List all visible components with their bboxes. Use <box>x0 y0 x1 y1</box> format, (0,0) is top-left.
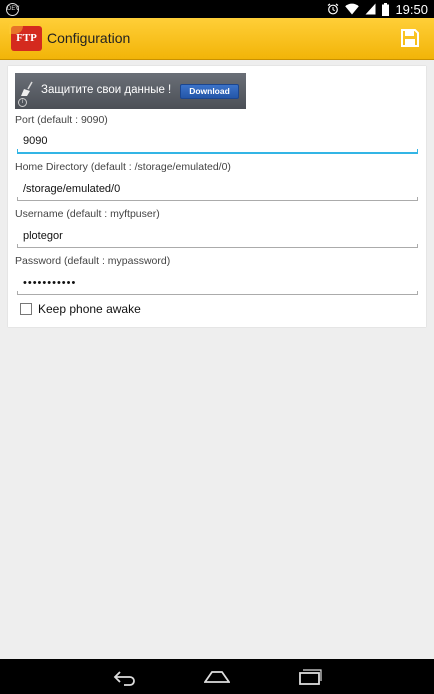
ad-banner[interactable]: Защитите свои данные ! Download i <box>15 73 246 109</box>
back-icon[interactable] <box>111 667 137 687</box>
home-directory-label: Home Directory (default : /storage/emula… <box>15 161 231 173</box>
username-input[interactable] <box>17 224 418 248</box>
battery-icon <box>382 2 390 16</box>
home-directory-input[interactable] <box>17 177 418 201</box>
clock: 19:50 <box>395 1 428 17</box>
keep-awake-label: Keep phone awake <box>38 302 141 316</box>
port-input-edge-left <box>17 149 18 154</box>
username-edge-right <box>417 244 418 248</box>
status-icons: 19:50 <box>327 0 428 18</box>
navigation-bar <box>0 659 434 694</box>
settings-card: Защитите свои данные ! Download i Port (… <box>8 66 426 327</box>
status-bar: DEV 19:50 <box>0 0 434 18</box>
page-title: Configuration <box>47 30 131 46</box>
username-edge-left <box>17 244 18 248</box>
keep-awake-checkbox[interactable] <box>20 303 32 315</box>
app-logo: FTP <box>9 24 42 51</box>
broom-icon <box>21 81 33 96</box>
recents-icon[interactable] <box>297 667 323 687</box>
password-edge-right <box>417 291 418 295</box>
ad-text: Защитите свои данные ! <box>41 84 172 96</box>
info-icon[interactable]: i <box>18 98 27 107</box>
alarm-icon <box>328 3 339 15</box>
debug-icon: DEV <box>6 3 19 16</box>
save-icon[interactable] <box>401 29 419 47</box>
signal-icon <box>365 3 376 15</box>
home-icon[interactable] <box>204 667 230 687</box>
keep-awake-row[interactable]: Keep phone awake <box>20 302 141 316</box>
password-edge-left <box>17 291 18 295</box>
username-label: Username (default : myftpuser) <box>15 208 160 220</box>
wifi-icon <box>345 3 360 15</box>
password-label: Password (default : mypassword) <box>15 255 171 267</box>
port-label: Port (default : 9090) <box>15 114 108 126</box>
action-bar: FTP Configuration <box>0 18 434 60</box>
port-input[interactable] <box>17 130 418 154</box>
port-input-edge-right <box>417 149 418 154</box>
ad-download-button[interactable]: Download <box>180 84 239 99</box>
home-directory-edge-right <box>417 197 418 201</box>
password-input[interactable] <box>17 271 418 295</box>
home-directory-edge-left <box>17 197 18 201</box>
